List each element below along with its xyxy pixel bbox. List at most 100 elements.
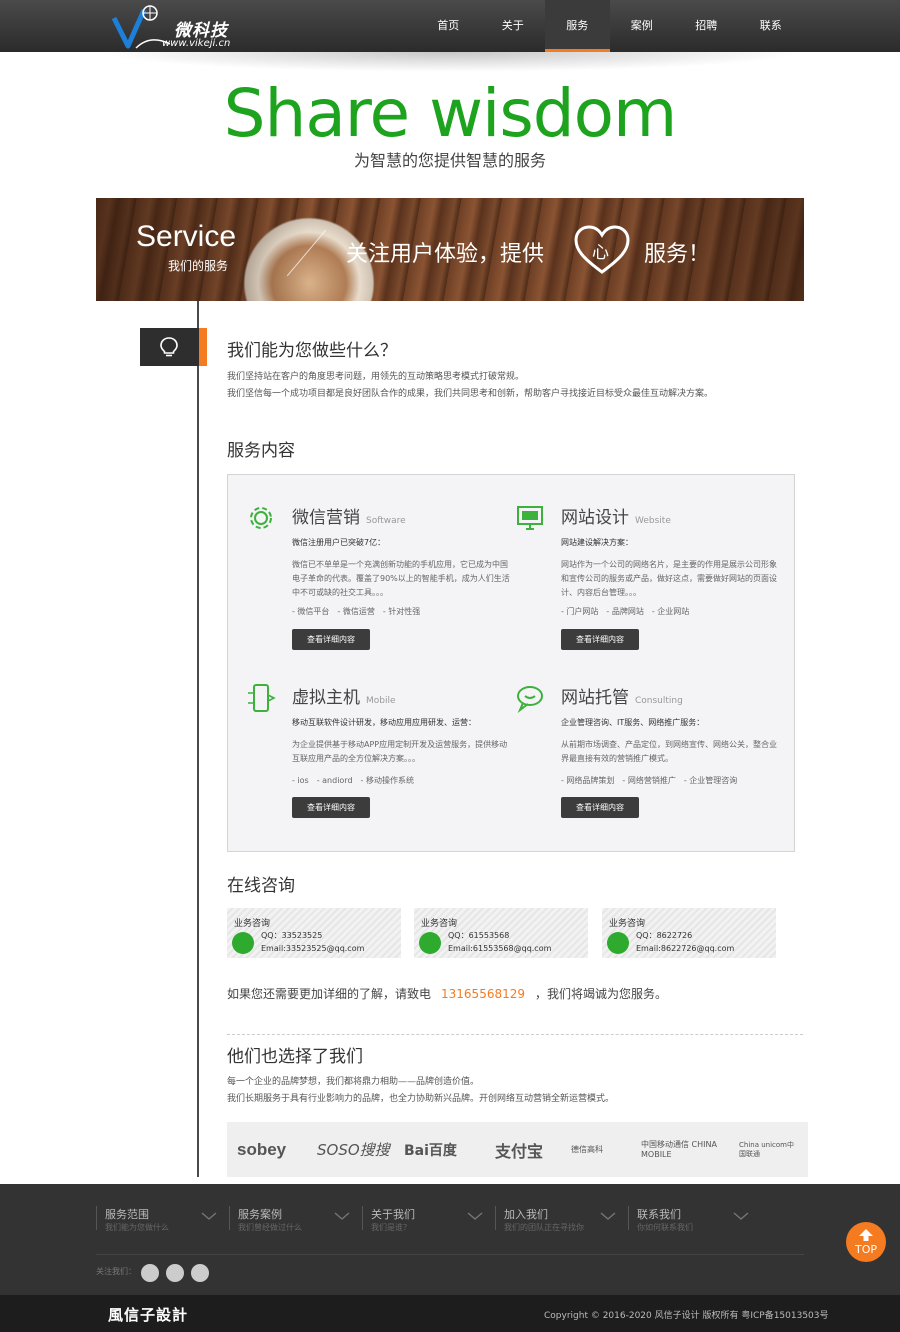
- service-banner: Service 我们的服务 关注用户体验，提供 心 服务！: [96, 198, 804, 301]
- service-title: 网站托管 Consulting: [561, 683, 683, 708]
- chevron-down-icon: [733, 1212, 749, 1220]
- footer-col-contact[interactable]: 联系我们 你如何联系我们: [628, 1184, 753, 1244]
- header-shadow: [96, 52, 804, 72]
- call-text: 如果您还需要更加详细的了解，请致电: [227, 987, 432, 1001]
- service-title-text: 网站托管: [561, 688, 629, 708]
- back-to-top-label: TOP: [854, 1243, 877, 1256]
- consult-qq: QQ：33523525: [261, 931, 323, 940]
- consult-email: Email:8622726@qq.com: [636, 944, 735, 953]
- follow-us-label: 关注我们：: [96, 1267, 136, 1276]
- heart-char: 心: [592, 243, 609, 263]
- service-subtitle-en: Consulting: [635, 696, 683, 706]
- top-navigation-bar: 微科技 www.vikeji.cn 首页 关于 服务 案例 招聘 联系: [0, 0, 900, 52]
- what-line-2: 我们坚信每一个成功项目都是良好团队合作的成果，我们共同思考和创新，帮助客户寻找接…: [227, 389, 714, 399]
- consult-title: 业务咨询: [421, 919, 458, 929]
- client-logo-china-mobile: 中国移动通信 CHINA MOBILE: [641, 1139, 717, 1159]
- back-to-top-button[interactable]: TOP: [846, 1222, 886, 1262]
- nav-about[interactable]: 关于: [481, 0, 546, 52]
- footer-col-title: 加入我们: [504, 1208, 548, 1221]
- service-subtitle-en: Website: [635, 516, 671, 526]
- view-details-button[interactable]: 查看详细内容: [292, 629, 370, 650]
- service-title: 微信营销 Software: [292, 503, 406, 528]
- nav-cases[interactable]: 案例: [610, 0, 675, 52]
- view-details-button[interactable]: 查看详细内容: [561, 629, 639, 650]
- logo-url: www.vikeji.cn: [162, 38, 231, 49]
- chevron-down-icon: [201, 1212, 217, 1220]
- view-details-button[interactable]: 查看详细内容: [561, 797, 639, 818]
- wechat-icon[interactable]: [166, 1264, 184, 1282]
- footer-separator: [628, 1206, 629, 1230]
- consult-card[interactable]: 业务咨询 QQ：33523525 Email:33523525@qq.com: [227, 908, 401, 958]
- client-logo-baidu: Bai百度: [404, 1142, 457, 1159]
- bottom-bar: 風信子設計 Copyright © 2016-2020 风信子设计 版权所有 粤…: [0, 1295, 900, 1332]
- banner-service-subtitle: 我们的服务: [168, 259, 229, 273]
- chat-bubble-icon: [517, 686, 543, 713]
- nav-jobs[interactable]: 招聘: [674, 0, 739, 52]
- footer-col-services[interactable]: 服务范围 我们能为您做什么: [96, 1184, 221, 1244]
- service-description: 为企业提供基于移动APP应用定制开发及运营服务，提供移动互联应用产品的全方位解决…: [292, 740, 508, 763]
- nav-contact[interactable]: 联系: [739, 0, 804, 52]
- clients-heading: 他们也选择了我们: [227, 1047, 363, 1067]
- services-heading: 服务内容: [227, 441, 295, 461]
- nav-home[interactable]: 首页: [416, 0, 481, 52]
- service-description: 网站作为一个公司的网络名片，是主要的作用是展示公司形象和宣传公司的服务或产品，做…: [561, 560, 777, 597]
- consult-title: 业务咨询: [234, 919, 271, 929]
- footer-col-title: 联系我们: [637, 1208, 681, 1221]
- lightbulb-icon: [160, 337, 178, 357]
- site-logo[interactable]: 微科技 www.vikeji.cn: [110, 4, 260, 50]
- footer: 服务范围 我们能为您做什么 服务案例 我们曾经做过什么 关于我们 我们是谁？ 加…: [0, 1184, 900, 1295]
- client-logo-china-unicom: China unicom中国联通: [739, 1140, 794, 1158]
- qq-avatar-icon: [607, 932, 629, 954]
- what-we-do-heading: 我们能为您做些什么？: [227, 341, 397, 361]
- banner-service-title: Service: [136, 220, 237, 253]
- banner-tagline: 关注用户体验，提供: [346, 242, 545, 267]
- client-logo-alipay: 支付宝: [495, 1141, 544, 1161]
- client-logo-soso: SOSO搜搜: [317, 1141, 390, 1159]
- footer-col-about[interactable]: 关于我们 我们是谁？: [362, 1184, 487, 1244]
- service-lead: 移动互联软件设计研发，移动应用应用研发、运营：: [292, 718, 476, 727]
- call-text-end: ，我们将竭诚为您服务。: [535, 987, 668, 1001]
- gear-icon: [250, 507, 272, 529]
- consult-heading: 在线咨询: [227, 876, 295, 896]
- chevron-down-icon: [467, 1212, 483, 1220]
- qq-avatar-icon: [232, 932, 254, 954]
- service-tags: - ios - andiord - 移动操作系统: [292, 776, 414, 785]
- footer-col-join[interactable]: 加入我们 我们的团队正在寻找你: [495, 1184, 620, 1244]
- section-divider: [227, 1034, 803, 1035]
- phone-number[interactable]: 13165568129: [441, 987, 525, 1001]
- arrow-up-icon: [859, 1229, 873, 1241]
- footer-col-title: 服务范围: [105, 1208, 149, 1221]
- idea-badge: [140, 328, 207, 366]
- services-panel: 微信营销 Software 微信注册用户已突破7亿： 微信已不单单是一个充满创新功…: [227, 474, 795, 852]
- consult-card[interactable]: 业务咨询 QQ：61553568 Email:61553568@qq.com: [414, 908, 588, 958]
- nav-services[interactable]: 服务: [545, 0, 610, 52]
- consult-email: Email:33523525@qq.com: [261, 944, 365, 953]
- consult-title: 业务咨询: [609, 919, 646, 929]
- what-line-1: 我们坚持站在客户的角度思考问题，用领先的互动策略思考模式打破常规。: [227, 372, 525, 382]
- logo-mark-icon: [111, 5, 170, 49]
- footer-separator: [229, 1206, 230, 1230]
- service-title-text: 虚拟主机: [292, 688, 360, 708]
- chevron-down-icon: [334, 1212, 350, 1220]
- timeline-line: [197, 301, 199, 1177]
- client-logo-sobey: sobey: [237, 1139, 287, 1159]
- footer-col-cases[interactable]: 服务案例 我们曾经做过什么: [229, 1184, 354, 1244]
- qq-icon[interactable]: [191, 1264, 209, 1282]
- footer-col-subtitle: 你如何联系我们: [637, 1223, 693, 1232]
- monitor-icon: [517, 506, 543, 530]
- banner-tagline-end: 服务！: [644, 242, 711, 267]
- service-title-text: 网站设计: [561, 508, 629, 528]
- copyright-text: Copyright © 2016-2020 风信子设计 版权所有 粤ICP备15…: [544, 1311, 829, 1321]
- client-logo-dexin: 德信高科: [571, 1145, 603, 1154]
- service-title-text: 微信营销: [292, 508, 360, 528]
- view-details-button[interactable]: 查看详细内容: [292, 797, 370, 818]
- client-logos-strip: sobey SOSO搜搜 Bai百度 支付宝 德信高科 中国移动通信 CHINA…: [227, 1122, 808, 1177]
- service-title: 网站设计 Website: [561, 503, 671, 528]
- weibo-icon[interactable]: [141, 1264, 159, 1282]
- footer-separator: [96, 1206, 97, 1230]
- qq-avatar-icon: [419, 932, 441, 954]
- service-description: 微信已不单单是一个充满创新功能的手机应用，它已成为中国电子革命的代表。覆盖了90…: [292, 560, 510, 597]
- call-line: 如果您还需要更加详细的了解，请致电 13165568129 ，我们将竭诚为您服务。: [227, 985, 667, 1002]
- consult-qq: QQ：61553568: [448, 931, 510, 940]
- consult-card[interactable]: 业务咨询 QQ：8622726 Email:8622726@qq.com: [602, 908, 776, 958]
